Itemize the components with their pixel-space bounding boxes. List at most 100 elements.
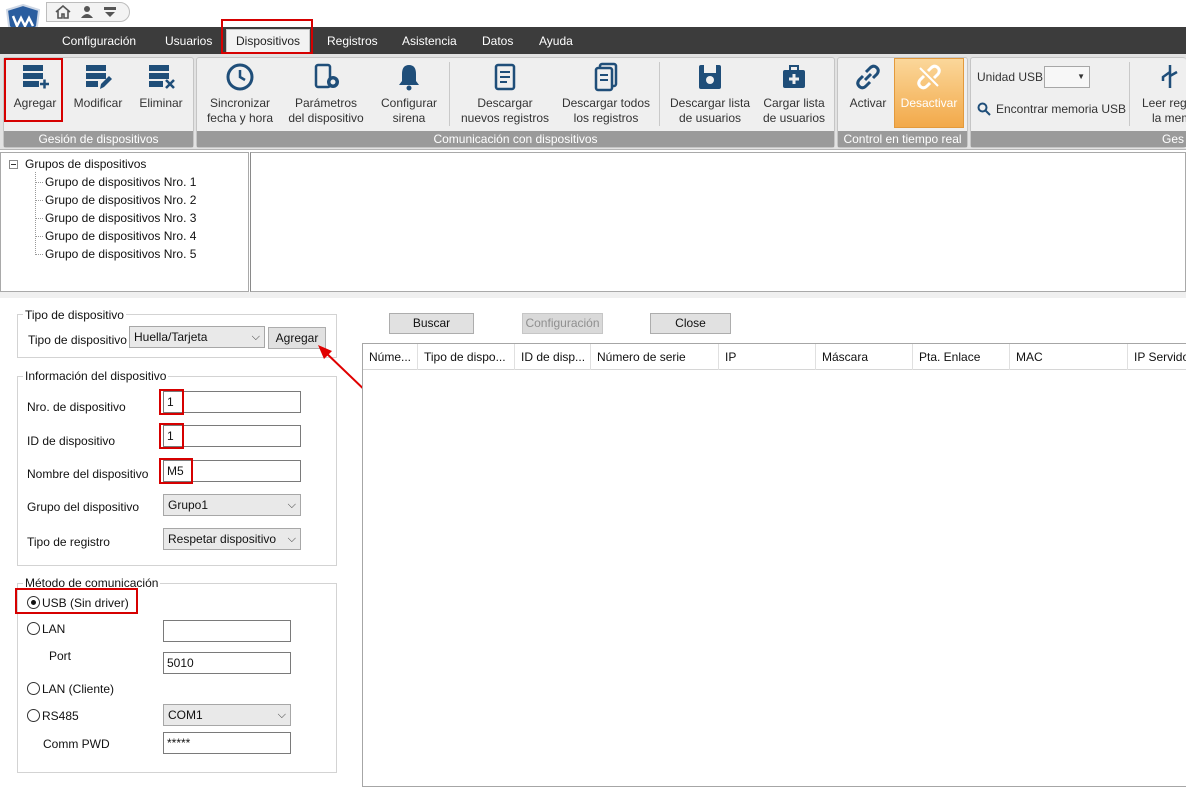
tree-item-group-3[interactable]: Grupo de dispositivos Nro. 3 [45, 210, 196, 226]
tab-ayuda[interactable]: Ayuda [539, 33, 573, 49]
sync-time-label-1: Sincronizar [209, 96, 271, 110]
siren-button[interactable]: Configurar sirena [372, 62, 446, 126]
download-all-label-2: los registros [573, 111, 639, 125]
tree-item-group-4[interactable]: Grupo de dispositivos Nro. 4 [45, 228, 196, 244]
tab-registros[interactable]: Registros [327, 33, 378, 49]
dropdown-icon[interactable] [103, 5, 117, 22]
bell-icon [399, 65, 419, 91]
tab-datos[interactable]: Datos [482, 33, 513, 49]
device-params-label-2: del dispositivo [288, 111, 364, 125]
server-add-icon [23, 65, 49, 89]
link-icon [856, 64, 880, 90]
lan-client-radio[interactable] [27, 682, 40, 695]
modify-device-button[interactable]: Modificar [68, 62, 128, 111]
group-label-communication: Comunicación con dispositivos [197, 131, 834, 147]
usb-radio[interactable] [27, 596, 40, 609]
device-group-label: Grupo del dispositivo [27, 500, 140, 514]
deactivate-label: Desactivar [900, 96, 958, 110]
port-input[interactable]: 5010 [163, 652, 291, 674]
tree-connector [35, 172, 36, 255]
device-name-label: Nombre del dispositivo [27, 467, 149, 481]
tab-usuarios[interactable]: Usuarios [165, 33, 212, 49]
tree-item-group-2[interactable]: Grupo de dispositivos Nro. 2 [45, 192, 196, 208]
device-name-input[interactable]: M5 [163, 460, 301, 482]
usb-option-label[interactable]: USB (Sin driver) [42, 596, 129, 610]
tree-connector [35, 236, 43, 237]
device-number-input[interactable]: 1 [163, 391, 301, 413]
download-new-label-2: nuevos registros [460, 111, 550, 125]
config-button[interactable]: Configuración [522, 313, 603, 334]
column-header-server-ip[interactable]: IP Servidor [1128, 344, 1186, 370]
tree-item-group-5[interactable]: Grupo de dispositivos Nro. 5 [45, 246, 196, 262]
delete-device-button[interactable]: Eliminar [134, 62, 188, 111]
column-header-device-type[interactable]: Tipo de dispo... [418, 344, 515, 370]
search-icon [977, 102, 991, 116]
splitter[interactable] [0, 292, 1186, 298]
port-label: Port [49, 649, 72, 663]
delete-device-label: Eliminar [139, 96, 183, 110]
column-header-gateway[interactable]: Pta. Enlace [913, 344, 1010, 370]
device-type-select[interactable]: Huella/Tarjeta ⌵ [129, 326, 265, 348]
user-icon[interactable] [80, 5, 94, 22]
ribbon-separator [1129, 62, 1130, 126]
tree-item-group-1[interactable]: Grupo de dispositivos Nro. 1 [45, 174, 196, 190]
tab-asistencia[interactable]: Asistencia [402, 33, 457, 49]
device-list-panel [250, 152, 1186, 292]
download-users-label-1: Descargar lista [669, 96, 751, 110]
device-params-button[interactable]: Parámetros del dispositivo [283, 62, 369, 126]
modify-device-label: Modificar [73, 96, 123, 110]
group-label-device-management: Gesión de dispositivos [4, 131, 193, 147]
lan-client-option-label[interactable]: LAN (Cliente) [42, 682, 114, 696]
column-header-device-id[interactable]: ID de disp... [515, 344, 591, 370]
close-button[interactable]: Close [650, 313, 731, 334]
lan-radio[interactable] [27, 622, 40, 635]
chevron-down-icon: ⌵ [287, 533, 296, 545]
comm-pwd-input[interactable]: ***** [163, 732, 291, 754]
column-header-mac[interactable]: MAC [1010, 344, 1128, 370]
upload-users-button[interactable]: Cargar lista de usuarios [758, 62, 830, 126]
home-icon[interactable] [55, 4, 71, 22]
download-users-label-2: de usuarios [678, 111, 742, 125]
column-header-serial[interactable]: Número de serie [591, 344, 719, 370]
activate-label: Activar [849, 96, 887, 110]
record-type-select[interactable]: Respetar dispositivo ⌵ [163, 528, 301, 550]
activate-button[interactable]: Activar [842, 62, 894, 111]
rs485-option-label[interactable]: RS485 [42, 709, 79, 723]
read-usb-button[interactable]: Leer regi la mem [1137, 62, 1186, 126]
search-button[interactable]: Buscar [389, 313, 474, 334]
tab-configuracion[interactable]: Configuración [62, 33, 136, 49]
find-usb-label: Encontrar memoria USB [996, 102, 1127, 116]
document-download-icon [494, 63, 516, 91]
sync-time-button[interactable]: Sincronizar fecha y hora [200, 62, 280, 126]
column-header-mask[interactable]: Máscara [816, 344, 913, 370]
column-header-number[interactable]: Núme... [363, 344, 418, 370]
tree-connector [35, 254, 43, 255]
tree-connector [35, 182, 43, 183]
device-type-legend: Tipo de dispositivo [23, 308, 126, 322]
collapse-icon[interactable] [9, 160, 18, 169]
download-all-records-button[interactable]: Descargar todos los registros [558, 62, 654, 126]
com-port-select[interactable]: COM1 ⌵ [163, 704, 291, 726]
add-device-label: Agregar [13, 96, 57, 110]
read-usb-label-1: Leer regi [1142, 96, 1186, 110]
lan-option-label[interactable]: LAN [42, 622, 65, 636]
lan-ip-input[interactable] [163, 620, 291, 642]
chevron-down-icon: ⌵ [251, 331, 260, 343]
rs485-radio[interactable] [27, 709, 40, 722]
usb-unit-label: Unidad USB [977, 70, 1044, 84]
device-group-select[interactable]: Grupo1 ⌵ [163, 494, 301, 516]
chevron-down-icon: ⌵ [287, 499, 296, 511]
tab-dispositivos[interactable]: Dispositivos [226, 34, 310, 48]
usb-unit-select[interactable]: ▼ [1044, 66, 1090, 88]
device-group-tree: Grupos de dispositivos Grupo de disposit… [0, 152, 249, 292]
add-device-button[interactable]: Agregar [8, 62, 62, 111]
device-id-input[interactable]: 1 [163, 425, 301, 447]
table-header: Núme... Tipo de dispo... ID de disp... N… [363, 344, 1186, 370]
siren-label-2: sirena [392, 111, 426, 125]
download-new-records-button[interactable]: Descargar nuevos registros [455, 62, 555, 126]
column-header-ip[interactable]: IP [719, 344, 816, 370]
download-new-label-1: Descargar [477, 96, 533, 110]
tree-root[interactable]: Grupos de dispositivos [25, 156, 146, 172]
download-users-button[interactable]: Descargar lista de usuarios [664, 62, 756, 126]
ribbon-separator [449, 62, 450, 126]
